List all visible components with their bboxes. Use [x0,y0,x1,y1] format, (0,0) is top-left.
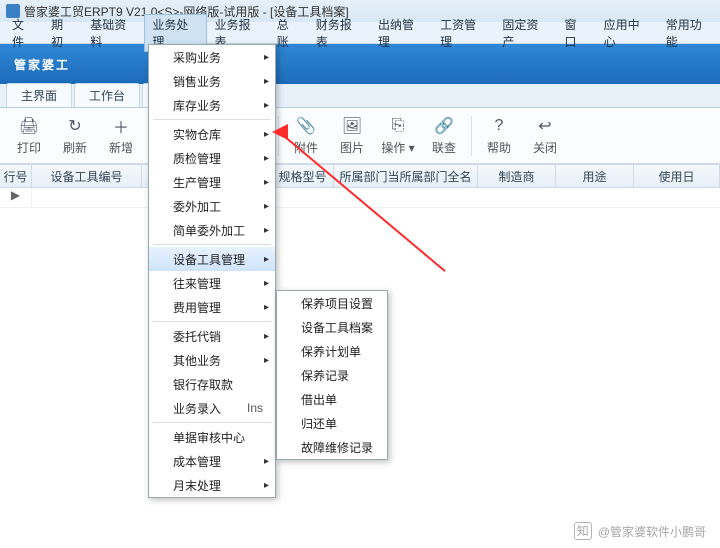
toolbar-刷新[interactable]: ↻刷新 [52,115,98,156]
menuitem-成本管理[interactable]: 成本管理▸ [149,449,275,473]
toolbar-联查[interactable]: 🔗联查 [421,115,467,156]
menuitem-实物仓库[interactable]: 实物仓库▸ [149,122,275,146]
menuitem-单据审核中心[interactable]: 单据审核中心 [149,425,275,449]
menuitem-生产管理[interactable]: 生产管理▸ [149,170,275,194]
menu-9[interactable]: 固定资产 [494,14,556,52]
新增-icon: ＋ [110,115,132,137]
grid-header: 行号设备工具编号 规格型号所属部门当所属部门全名制造商用途使用日 [0,164,720,188]
toolbar-图片[interactable]: 🖼图片 [329,115,375,156]
帮助-icon: ? [488,115,510,137]
grid-row: ▶ [0,188,720,208]
toolbar-新增[interactable]: ＋新增 [98,115,144,156]
toolbar-关闭[interactable]: ↩关闭 [522,115,568,156]
col-0[interactable]: 行号 [0,165,32,187]
menu-7[interactable]: 出纳管理 [370,14,432,52]
submenuitem-保养项目设置[interactable]: 保养项目设置 [277,291,387,315]
menu-bar: 文件期初基础资料业务处理业务报表总账财务报表出纳管理工资管理固定资产窗口应用中心… [0,22,720,44]
附件-icon: 📎 [295,115,317,137]
关闭-icon: ↩ [534,115,556,137]
menuitem-费用管理[interactable]: 费用管理▸ [149,295,275,319]
toolbar-打印[interactable]: 🖨打印 [6,115,52,156]
menu-12[interactable]: 常用功能 [658,14,720,52]
menu-2[interactable]: 基础资料 [82,14,144,52]
menu-10[interactable]: 窗口 [556,14,595,52]
zhihu-icon: 知 [574,522,592,540]
menuitem-采购业务[interactable]: 采购业务▸ [149,45,275,69]
tab-0[interactable]: 主界面 [6,83,72,107]
col-7[interactable]: 制造商 [478,165,556,187]
submenuitem-保养计划单[interactable]: 保养计划单 [277,339,387,363]
menu-1[interactable]: 期初 [43,14,82,52]
menuitem-往来管理[interactable]: 往来管理▸ [149,271,275,295]
操作-icon: ⎘ [387,115,409,137]
图片-icon: 🖼 [341,115,363,137]
menuitem-质检管理[interactable]: 质检管理▸ [149,146,275,170]
submenuitem-借出单[interactable]: 借出单 [277,387,387,411]
menu-6[interactable]: 财务报表 [308,14,370,52]
watermark: 知 @管家婆软件小鹏哥 [574,522,706,540]
联查-icon: 🔗 [433,115,455,137]
col-6[interactable]: 所属部门当所属部门全名 [334,165,478,187]
col-1[interactable]: 设备工具编号 [32,165,142,187]
toolbar: 🖨打印↻刷新＋新增 📎附件🖼图片⎘操作 ▾🔗联查?帮助↩关闭 [0,108,720,164]
submenuitem-归还单[interactable]: 归还单 [277,411,387,435]
tab-1[interactable]: 工作台 [74,83,140,107]
menu-8[interactable]: 工资管理 [432,14,494,52]
menuitem-业务录入[interactable]: 业务录入Ins [149,396,275,420]
submenuitem-保养记录[interactable]: 保养记录 [277,363,387,387]
toolbar-操作[interactable]: ⎘操作 ▾ [375,115,421,156]
col-9[interactable]: 使用日 [634,165,720,187]
menuitem-设备工具管理[interactable]: 设备工具管理▸ [149,247,275,271]
submenuitem-故障维修记录[interactable]: 故障维修记录 [277,435,387,459]
col-8[interactable]: 用途 [556,165,634,187]
menuitem-简单委外加工[interactable]: 简单委外加工▸ [149,218,275,242]
打印-icon: 🖨 [18,115,40,137]
dropdown-menu-business: 采购业务▸销售业务▸库存业务▸ 实物仓库▸质检管理▸生产管理▸委外加工▸简单委外加… [148,44,276,498]
menuitem-销售业务[interactable]: 销售业务▸ [149,69,275,93]
menu-11[interactable]: 应用中心 [596,14,658,52]
menuitem-委托代销[interactable]: 委托代销▸ [149,324,275,348]
menuitem-库存业务[interactable]: 库存业务▸ [149,93,275,117]
toolbar-帮助[interactable]: ?帮助 [476,115,522,156]
toolbar-附件[interactable]: 📎附件 [283,115,329,156]
menu-0[interactable]: 文件 [4,14,43,52]
submenuitem-设备工具档案[interactable]: 设备工具档案 [277,315,387,339]
tab-strip: 主界面工作台设 [0,84,720,108]
menuitem-委外加工[interactable]: 委外加工▸ [149,194,275,218]
刷新-icon: ↻ [64,115,86,137]
menuitem-银行存取款[interactable]: 银行存取款 [149,372,275,396]
menuitem-月末处理[interactable]: 月末处理▸ [149,473,275,497]
menuitem-其他业务[interactable]: 其他业务▸ [149,348,275,372]
col-5[interactable]: 规格型号 [272,165,334,187]
submenu-equipment: 保养项目设置设备工具档案保养计划单保养记录借出单归还单故障维修记录 [276,290,388,460]
